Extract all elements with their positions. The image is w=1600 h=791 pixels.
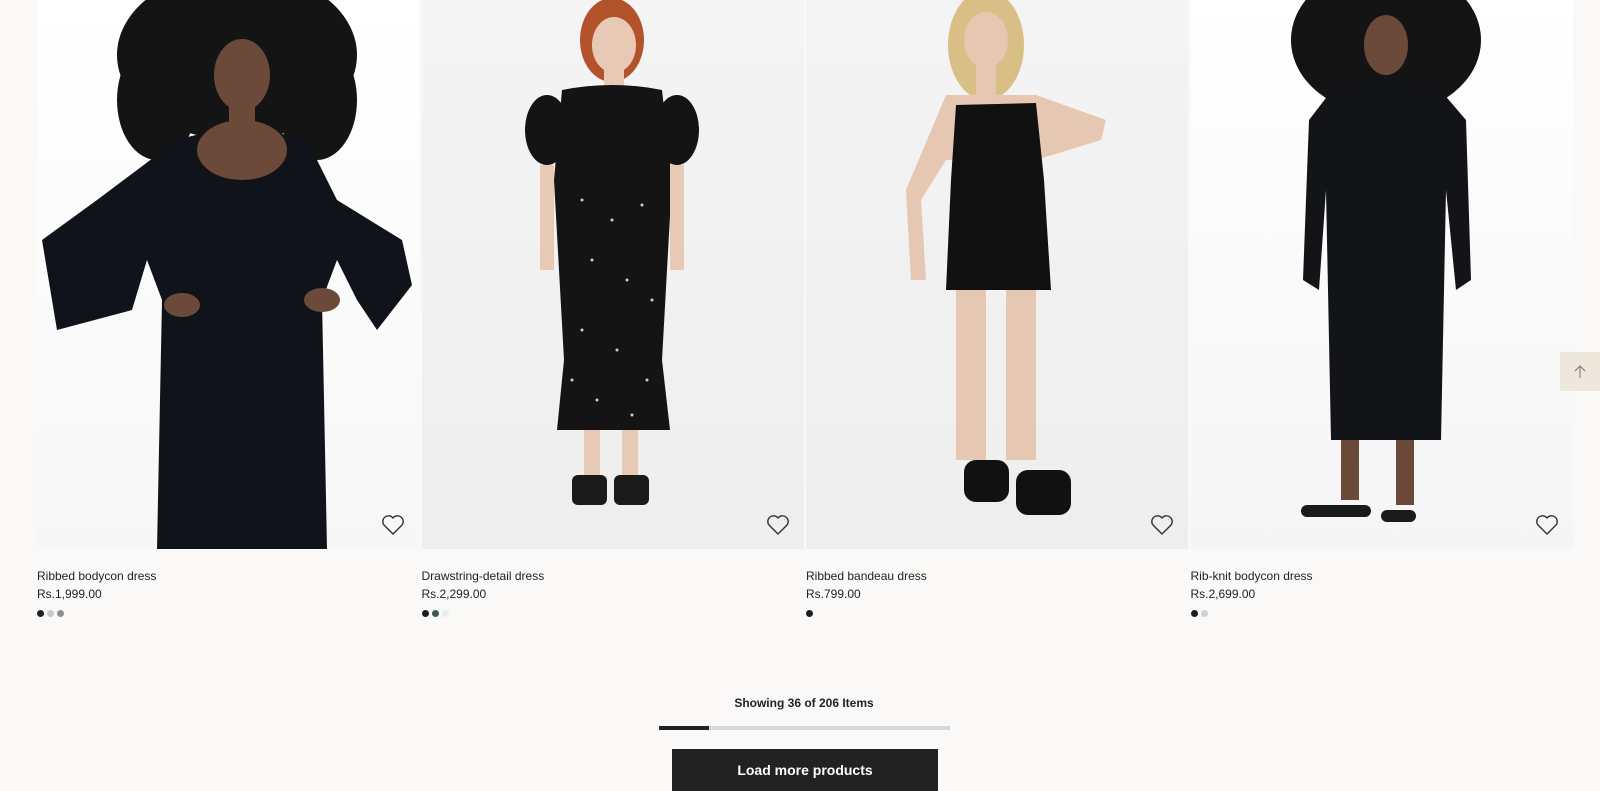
heart-icon	[1535, 515, 1558, 535]
product-info: Ribbed bandeau dress Rs.799.00	[806, 549, 1188, 617]
favorite-button[interactable]	[1533, 511, 1561, 539]
product-title[interactable]: Rib-knit bodycon dress	[1191, 568, 1573, 584]
color-swatch[interactable]	[1190, 610, 1198, 617]
color-swatches	[421, 610, 804, 617]
color-swatches	[806, 610, 1188, 617]
product-photo	[1290, 0, 1481, 522]
heart-icon	[1151, 515, 1173, 535]
product-card[interactable]: Drawstring-detail dress Rs.2,299.00	[421, 0, 804, 617]
color-swatch[interactable]	[47, 610, 54, 617]
items-count: Showing 36 of 206 Items	[734, 696, 874, 710]
product-image[interactable]	[806, 0, 1188, 549]
color-swatch[interactable]	[57, 610, 64, 617]
product-price: Rs.2,299.00	[421, 587, 487, 601]
load-more-button[interactable]: Load more products	[672, 749, 938, 791]
product-image[interactable]	[1190, 0, 1573, 549]
product-grid: Ribbed bodycon dress Rs.1,999.00 Drawstr…	[37, 0, 1573, 617]
color-swatch[interactable]	[441, 610, 449, 617]
product-title[interactable]: Drawstring-detail dress	[422, 568, 804, 584]
heart-icon	[382, 515, 404, 535]
favorite-button[interactable]	[764, 511, 792, 539]
color-swatch[interactable]	[37, 610, 44, 617]
product-photo	[42, 0, 412, 549]
color-swatch[interactable]	[806, 610, 813, 617]
color-swatch[interactable]	[421, 610, 429, 617]
color-swatches	[1190, 610, 1573, 617]
pagination: Showing 36 of 206 Items	[0, 696, 1600, 730]
product-image[interactable]	[37, 0, 419, 549]
back-to-top-button[interactable]	[1560, 352, 1600, 391]
product-price: Rs.1,999.00	[37, 587, 102, 601]
progress-bar	[658, 726, 950, 730]
product-card[interactable]: Ribbed bodycon dress Rs.1,999.00	[37, 0, 419, 617]
product-card[interactable]: Ribbed bandeau dress Rs.799.00	[806, 0, 1188, 617]
product-photo	[524, 0, 699, 505]
color-swatch[interactable]	[431, 610, 439, 617]
progress-fill	[658, 726, 710, 730]
product-title[interactable]: Ribbed bandeau dress	[806, 568, 1188, 584]
product-info: Ribbed bodycon dress Rs.1,999.00	[37, 549, 419, 617]
product-info: Rib-knit bodycon dress Rs.2,699.00	[1190, 549, 1573, 617]
arrow-up-icon	[1574, 364, 1586, 378]
color-swatches	[37, 610, 419, 617]
product-card[interactable]: Rib-knit bodycon dress Rs.2,699.00	[1190, 0, 1573, 617]
product-title[interactable]: Ribbed bodycon dress	[37, 568, 419, 584]
color-swatch[interactable]	[1200, 610, 1208, 617]
product-image[interactable]	[421, 0, 804, 549]
product-photo	[906, 0, 1106, 515]
product-price: Rs.799.00	[806, 587, 861, 601]
product-price: Rs.2,699.00	[1190, 587, 1256, 601]
heart-icon	[766, 515, 789, 535]
favorite-button[interactable]	[379, 511, 407, 539]
favorite-button[interactable]	[1148, 511, 1176, 539]
product-info: Drawstring-detail dress Rs.2,299.00	[421, 549, 804, 617]
